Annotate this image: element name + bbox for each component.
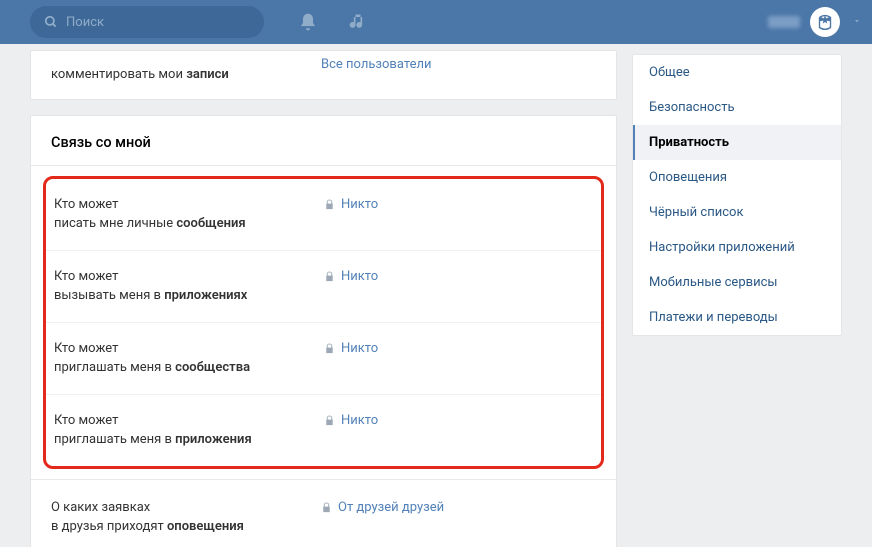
sidebar-item-general[interactable]: Общее <box>633 55 841 90</box>
setting-row-messages: Кто может писать мне личные сообщения Ни… <box>46 179 601 250</box>
setting-value[interactable]: От друзей друзей <box>321 498 444 537</box>
sidebar-item-blacklist[interactable]: Чёрный список <box>633 195 841 230</box>
setting-label: Кто может приглашать меня в приложения <box>54 411 324 450</box>
header: Поиск <box>0 0 872 44</box>
sidebar-item-mobile[interactable]: Мобильные сервисы <box>633 265 841 300</box>
setting-row-friend-requests: О каких заявках в друзья приходят оповещ… <box>31 479 616 547</box>
avatar <box>810 7 840 37</box>
notifications-icon[interactable] <box>298 12 318 32</box>
music-icon[interactable] <box>348 12 368 32</box>
header-user[interactable] <box>768 7 862 37</box>
search-placeholder: Поиск <box>66 15 104 30</box>
section-title: Связь со мной <box>31 116 616 166</box>
setting-label: О каких заявках в друзья приходят оповещ… <box>51 498 321 537</box>
highlighted-settings: Кто может писать мне личные сообщения Ни… <box>43 176 604 469</box>
setting-value[interactable]: Никто <box>324 195 378 234</box>
header-icons <box>298 12 368 32</box>
lock-icon <box>324 198 335 211</box>
setting-label: Кто может писать мне личные сообщения <box>54 195 324 234</box>
setting-row-communities: Кто может приглашать меня в сообщества Н… <box>46 322 601 394</box>
setting-row-comments: комментировать мои записи Все пользовате… <box>31 51 616 99</box>
setting-label: Кто может вызывать меня в приложениях <box>54 267 324 306</box>
setting-row-apps-call: Кто может вызывать меня в приложениях Ни… <box>46 250 601 322</box>
sidebar-item-app-settings[interactable]: Настройки приложений <box>633 230 841 265</box>
sidebar-item-notifications[interactable]: Оповещения <box>633 160 841 195</box>
lock-icon <box>324 342 335 355</box>
main-content: комментировать мои записи Все пользовате… <box>30 54 617 547</box>
user-name <box>768 16 800 28</box>
chevron-down-icon <box>852 15 862 30</box>
side-menu: Общее Безопасность Приватность Оповещени… <box>632 54 842 336</box>
setting-value[interactable]: Никто <box>324 267 378 306</box>
lock-icon <box>324 414 335 427</box>
top-card: комментировать мои записи Все пользовате… <box>30 50 617 100</box>
search-input[interactable]: Поиск <box>30 6 264 38</box>
setting-label: Кто может приглашать меня в сообщества <box>54 339 324 378</box>
search-icon <box>44 15 58 29</box>
sidebar: Общее Безопасность Приватность Оповещени… <box>632 54 842 336</box>
sidebar-item-payments[interactable]: Платежи и переводы <box>633 300 841 335</box>
lock-icon <box>324 270 335 283</box>
contact-card: Связь со мной Кто может писать мне личны… <box>30 115 617 547</box>
setting-value[interactable]: Никто <box>324 411 378 450</box>
setting-value[interactable]: Никто <box>324 339 378 378</box>
sidebar-item-security[interactable]: Безопасность <box>633 90 841 125</box>
lock-icon <box>321 501 332 514</box>
setting-row-apps-invite: Кто может приглашать меня в приложения Н… <box>46 394 601 466</box>
setting-value[interactable]: Все пользователи <box>321 55 432 85</box>
setting-label: комментировать мои записи <box>51 65 321 85</box>
sidebar-item-privacy[interactable]: Приватность <box>633 125 841 160</box>
